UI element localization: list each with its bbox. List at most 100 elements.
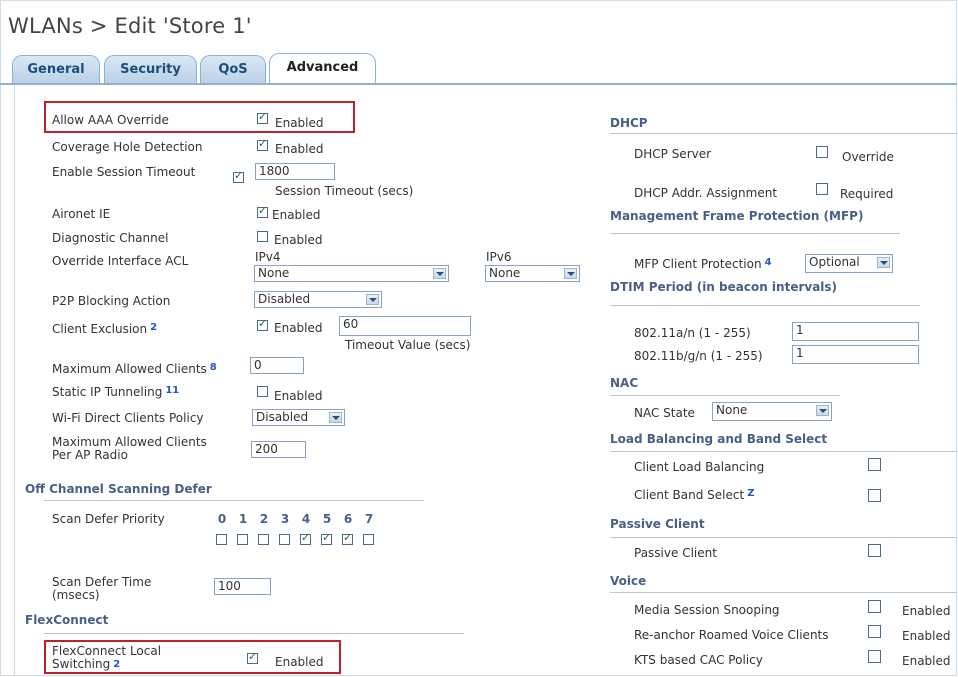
mfp-client-protection-label: MFP Client Protection 4: [634, 257, 772, 271]
static-ip-tunneling-checkbox[interactable]: [257, 386, 268, 397]
voice-item-value: Enabled: [902, 629, 951, 643]
tab-general[interactable]: General: [12, 55, 100, 84]
chevron-down-icon: [877, 257, 890, 268]
ipv4-acl-select[interactable]: None: [254, 265, 449, 282]
dtim-a-label: 802.11a/n (1 - 255): [634, 326, 751, 340]
priority-3-checkbox[interactable]: [279, 534, 290, 545]
nac-state-select[interactable]: None: [712, 402, 832, 421]
static-ip-tunneling-text: Static IP Tunneling: [52, 385, 163, 399]
tab-qos[interactable]: QoS: [200, 55, 266, 84]
dhcp-addr-value: Required: [840, 187, 894, 201]
load-balancing-divider: [610, 451, 957, 452]
static-ip-tunneling-footnote[interactable]: 11: [165, 385, 179, 396]
dtim-a-input[interactable]: 1: [792, 322, 919, 341]
client-exclusion-checkbox[interactable]: [257, 317, 268, 331]
ipv6-label: IPv6: [486, 250, 512, 264]
flexconnect-line2: Switching 2: [52, 658, 161, 671]
reanchor-voice-clients-checkbox[interactable]: [868, 625, 881, 638]
static-ip-tunneling-value: Enabled: [274, 389, 323, 403]
kts-cac-policy-checkbox[interactable]: [868, 650, 881, 663]
flexconnect-switching-label: FlexConnect Local Switching 2: [52, 645, 161, 671]
load-balancing-heading: Load Balancing and Band Select: [610, 432, 828, 446]
voice-item-label: Media Session Snooping: [634, 603, 780, 617]
priority-2-checkbox[interactable]: [258, 534, 269, 545]
client-load-balancing-checkbox[interactable]: [868, 458, 881, 471]
wifi-direct-select[interactable]: Disabled: [252, 409, 345, 426]
coverage-hole-checkbox[interactable]: [257, 137, 268, 151]
scan-defer-time-label: Scan Defer Time (msecs): [52, 576, 151, 602]
aironet-ie-checkbox[interactable]: [257, 204, 268, 218]
max-clients-footnote[interactable]: 8: [210, 362, 217, 373]
passive-client-checkbox[interactable]: [868, 544, 881, 557]
nac-divider: [610, 395, 840, 396]
dhcp-server-value: Override: [842, 150, 894, 164]
flexconnect-footnote[interactable]: 2: [113, 659, 120, 670]
flexconnect-switching-value: Enabled: [275, 655, 324, 669]
client-exclusion-text: Client Exclusion: [52, 322, 148, 336]
passive-client-label: Passive Client: [634, 546, 717, 560]
session-timeout-hint: Session Timeout (secs): [275, 184, 414, 198]
voice-item-label: KTS based CAC Policy: [634, 653, 763, 667]
client-band-select-footnote[interactable]: Z: [747, 488, 754, 499]
priority-0-checkbox[interactable]: [216, 534, 227, 545]
max-clients-ap-label: Maximum Allowed Clients Per AP Radio: [52, 436, 207, 462]
wifi-direct-label: Wi-Fi Direct Clients Policy: [52, 411, 204, 425]
max-clients-input[interactable]: 0: [250, 357, 304, 374]
tab-advanced[interactable]: Advanced: [269, 53, 376, 84]
client-band-select-checkbox[interactable]: [868, 489, 881, 502]
ipv4-label: IPv4: [255, 250, 281, 264]
session-timeout-checkbox[interactable]: [233, 169, 244, 183]
priority-5-checkbox[interactable]: [321, 531, 332, 545]
flexconnect-line2-text: Switching: [52, 657, 111, 671]
max-clients-label: Maximum Allowed Clients 8: [52, 362, 217, 376]
session-timeout-input[interactable]: 1800: [255, 163, 335, 180]
priority-number: 1: [238, 512, 248, 526]
max-clients-text: Maximum Allowed Clients: [52, 362, 207, 376]
ipv6-acl-select[interactable]: None: [485, 265, 580, 282]
aironet-ie-value: Enabled: [272, 208, 321, 222]
dtim-heading: DTIM Period (in beacon intervals): [610, 280, 838, 294]
client-band-select-text: Client Band Select: [634, 488, 745, 502]
dhcp-server-checkbox[interactable]: [816, 146, 828, 158]
dhcp-divider: [610, 133, 957, 134]
client-band-select-label: Client Band Select Z: [634, 488, 754, 502]
coverage-hole-value: Enabled: [275, 142, 324, 156]
wifi-direct-value: Disabled: [256, 410, 309, 424]
voice-item-value: Enabled: [902, 654, 951, 668]
scan-defer-time-line2: (msecs): [52, 588, 100, 602]
exclusion-timeout-input[interactable]: 60: [339, 316, 471, 336]
priority-7-checkbox[interactable]: [363, 534, 374, 545]
dhcp-addr-checkbox[interactable]: [816, 183, 828, 195]
mfp-client-protection-select[interactable]: Optional: [805, 254, 893, 273]
priority-6-checkbox[interactable]: [342, 531, 353, 545]
media-session-snooping-checkbox[interactable]: [868, 600, 881, 613]
priority-1-checkbox[interactable]: [237, 534, 248, 545]
p2p-blocking-select[interactable]: Disabled: [254, 291, 382, 308]
passive-client-divider: [610, 537, 957, 538]
allow-aaa-override-label: Allow AAA Override: [52, 113, 169, 127]
priority-4-checkbox[interactable]: [300, 531, 311, 545]
client-exclusion-label: Client Exclusion 2: [52, 322, 157, 336]
mfp-divider: [610, 233, 900, 234]
nac-state-value: None: [716, 403, 748, 417]
tab-security[interactable]: Security: [104, 55, 197, 84]
priority-number: 7: [364, 512, 374, 526]
dhcp-addr-label: DHCP Addr. Assignment: [634, 186, 778, 200]
mfp-footnote[interactable]: 4: [765, 257, 772, 268]
page-title: WLANs > Edit 'Store 1': [8, 14, 252, 38]
chevron-down-icon: [433, 268, 446, 279]
voice-item-value: Enabled: [902, 604, 951, 618]
priority-number: 3: [280, 512, 290, 526]
dhcp-server-label: DHCP Server: [634, 147, 712, 161]
allow-aaa-override-checkbox[interactable]: [257, 110, 268, 124]
diagnostic-channel-checkbox[interactable]: [257, 231, 268, 242]
client-exclusion-footnote[interactable]: 2: [150, 322, 157, 333]
dtim-b-input[interactable]: 1: [792, 345, 919, 364]
diagnostic-channel-value: Enabled: [274, 233, 323, 247]
flexconnect-switching-checkbox[interactable]: [247, 650, 258, 664]
ipv4-acl-value: None: [258, 266, 290, 280]
voice-heading: Voice: [610, 574, 647, 588]
max-clients-ap-input[interactable]: 200: [251, 441, 306, 458]
exclusion-timeout-hint: Timeout Value (secs): [345, 338, 471, 352]
scan-defer-time-input[interactable]: 100: [214, 578, 271, 595]
